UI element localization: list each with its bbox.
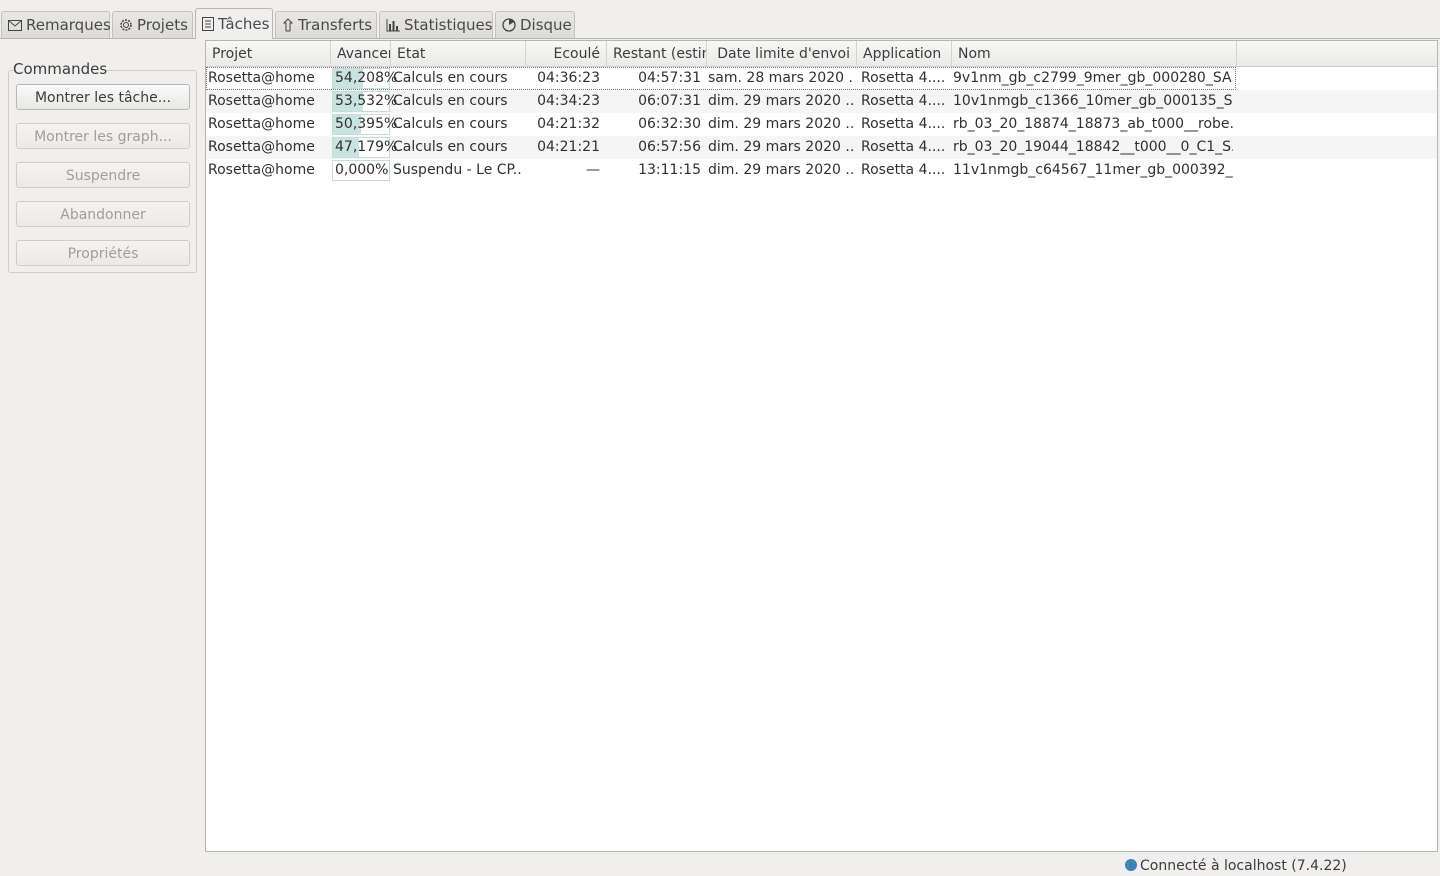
progress-bar: 54,208% xyxy=(332,68,397,89)
suspend-button[interactable]: Suspendre xyxy=(16,162,190,188)
progress-text: 50,395% xyxy=(335,116,398,132)
table-header: Projet Avancer Etat Ecoulé Restant (esti… xyxy=(206,41,1437,67)
cell-application: Rosetta 4.... xyxy=(861,162,946,178)
cell-etat: Calculs en cours xyxy=(393,116,508,132)
cell-nom: 10v1nmgb_c1366_10mer_gb_000135_S... xyxy=(953,93,1233,109)
tab-remarques[interactable]: Remarques xyxy=(1,11,111,38)
cell-application: Rosetta 4.... xyxy=(861,139,946,155)
cell-projet: Rosetta@home xyxy=(208,70,315,86)
cell-projet: Rosetta@home xyxy=(208,93,315,109)
cell-nom: rb_03_20_18874_18873_ab_t000__robe... xyxy=(953,116,1233,132)
gear-icon xyxy=(120,19,132,31)
column-header-etat[interactable]: Etat xyxy=(391,41,526,67)
cell-ecoule: 04:21:21 xyxy=(537,139,600,155)
show-graphics-button[interactable]: Montrer les graph... xyxy=(16,123,190,149)
cell-projet: Rosetta@home xyxy=(208,162,315,178)
cell-application: Rosetta 4.... xyxy=(861,116,946,132)
cell-nom: 11v1nmgb_c64567_11mer_gb_000392_... xyxy=(953,162,1233,178)
tab-statistiques[interactable]: Statistiques xyxy=(379,11,493,38)
tasks-table: Projet Avancer Etat Ecoulé Restant (esti… xyxy=(205,40,1438,852)
cell-etat: Suspendu - Le CP... xyxy=(393,162,523,178)
cell-ecoule: 04:36:23 xyxy=(537,70,600,86)
cell-projet: Rosetta@home xyxy=(208,139,315,155)
cell-application: Rosetta 4.... xyxy=(861,93,946,109)
cell-nom: rb_03_20_19044_18842__t000__0_C1_S... xyxy=(953,139,1233,155)
tab-projets[interactable]: Projets xyxy=(112,11,193,38)
cell-restant: 04:57:31 xyxy=(638,70,701,86)
properties-button[interactable]: Propriétés xyxy=(16,240,190,266)
transfer-icon xyxy=(282,18,294,32)
cell-application: Rosetta 4.... xyxy=(861,70,946,86)
cell-nom: 9v1nm_gb_c2799_9mer_gb_000280_SA... xyxy=(953,70,1233,86)
cell-date-limite: dim. 29 mars 2020 ... xyxy=(708,93,853,109)
table-row[interactable]: Rosetta@home Calculs en cours 04:21:21 06:5… xyxy=(206,136,1437,159)
tab-label: Disque xyxy=(520,16,572,34)
cell-ecoule: 04:21:32 xyxy=(537,116,600,132)
cell-restant: 06:32:30 xyxy=(638,116,701,132)
cell-date-limite: dim. 29 mars 2020 ... xyxy=(708,162,853,178)
tab-transferts[interactable]: Transferts xyxy=(275,11,377,38)
column-header-avancement[interactable]: Avancer xyxy=(331,41,391,67)
progress-text: 53,532% xyxy=(335,93,398,109)
tab-label: Remarques xyxy=(26,16,111,34)
column-header-application[interactable]: Application xyxy=(857,41,952,67)
column-header-projet[interactable]: Projet xyxy=(206,41,331,67)
table-row[interactable]: Rosetta@home Suspendu - Le CP... — 13:11:15… xyxy=(206,159,1437,182)
cell-ecoule: 04:34:23 xyxy=(537,93,600,109)
commands-title: Commandes xyxy=(13,60,108,78)
tab-disque[interactable]: Disque xyxy=(495,11,575,38)
cell-projet: Rosetta@home xyxy=(208,116,315,132)
bar-chart-icon xyxy=(386,18,400,31)
progress-bar: 47,179% xyxy=(332,137,397,158)
progress-bar: 0,000% xyxy=(332,160,390,181)
progress-bar: 53,532% xyxy=(332,91,397,112)
tab-taches[interactable]: Tâches xyxy=(195,8,273,39)
cell-restant: 06:07:31 xyxy=(638,93,701,109)
status-bar: Connecté à localhost (7.4.22) xyxy=(0,854,1440,876)
table-row[interactable]: Rosetta@home Calculs en cours 04:36:23 04:5… xyxy=(206,67,1437,90)
progress-text: 54,208% xyxy=(335,70,398,86)
table-row[interactable]: Rosetta@home Calculs en cours 04:21:32 06:3… xyxy=(206,113,1437,136)
abort-button[interactable]: Abandonner xyxy=(16,201,190,227)
envelope-icon xyxy=(8,19,22,31)
progress-bar: 50,395% xyxy=(332,114,397,135)
column-header-date-limite[interactable]: Date limite d'envoi xyxy=(707,41,857,67)
show-task-button[interactable]: Montrer les tâche... xyxy=(16,84,190,110)
cell-ecoule: — xyxy=(586,162,600,178)
cell-etat: Calculs en cours xyxy=(393,139,508,155)
cell-restant: 06:57:56 xyxy=(638,139,701,155)
progress-text: 47,179% xyxy=(335,139,398,155)
globe-icon xyxy=(1125,859,1137,871)
cell-date-limite: dim. 29 mars 2020 ... xyxy=(708,116,853,132)
cell-date-limite: dim. 29 mars 2020 ... xyxy=(708,139,853,155)
column-header-ecoule[interactable]: Ecoulé xyxy=(526,41,607,67)
tab-label: Tâches xyxy=(218,15,270,33)
tab-label: Transferts xyxy=(298,16,373,34)
tab-label: Statistiques xyxy=(404,16,493,34)
column-header-restant[interactable]: Restant (estin xyxy=(607,41,707,67)
cell-restant: 13:11:15 xyxy=(638,162,701,178)
disk-icon xyxy=(502,18,516,32)
connection-status: Connecté à localhost (7.4.22) xyxy=(1140,858,1347,874)
column-header-nom[interactable]: Nom xyxy=(952,41,1237,67)
progress-text: 0,000% xyxy=(335,162,389,178)
cell-etat: Calculs en cours xyxy=(393,93,508,109)
tab-label: Projets xyxy=(137,16,188,34)
document-icon xyxy=(202,17,214,31)
cell-etat: Calculs en cours xyxy=(393,70,508,86)
table-row[interactable]: Rosetta@home Calculs en cours 04:34:23 06:0… xyxy=(206,90,1437,113)
tab-bar: Remarques Projets Tâches Transferts Stat… xyxy=(0,8,1440,39)
cell-date-limite: sam. 28 mars 2020 ... xyxy=(708,70,853,86)
